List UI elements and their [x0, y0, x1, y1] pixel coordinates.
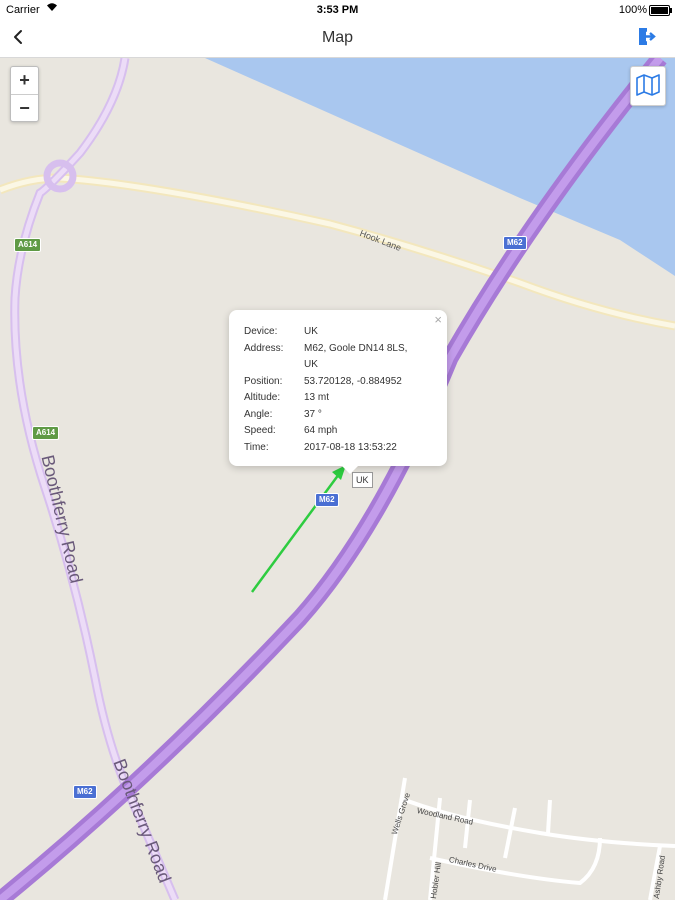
info-row-time: Time: 2017-08-18 13:53:22: [244, 440, 424, 457]
logout-icon: [639, 28, 656, 45]
info-row-speed: Speed: 64 mph: [244, 423, 424, 440]
info-row-address: Address: M62, Goole DN14 8LS, UK: [244, 341, 424, 374]
river-water: [205, 58, 675, 276]
status-bar: Carrier 3:53 PM 100%: [0, 0, 675, 20]
navigation-bar: Map: [0, 20, 675, 58]
status-time: 3:53 PM: [316, 4, 359, 16]
device-info-table: Device: UK Address: M62, Goole DN14 8LS,…: [244, 324, 424, 456]
info-label: Angle:: [244, 408, 273, 420]
info-row-angle: Angle: 37 °: [244, 407, 424, 424]
info-label: Speed:: [244, 425, 276, 436]
device-info-popup: × Device: UK Address: M62, Goole DN14 8L…: [229, 310, 447, 474]
info-value: 53.720128, -0.884952: [304, 375, 402, 387]
info-row-device: Device: UK: [244, 324, 424, 341]
info-value: UK: [304, 326, 318, 337]
logout-button[interactable]: [637, 26, 657, 48]
info-value: 37 °: [304, 408, 322, 420]
m62-shield: M62: [73, 785, 97, 799]
info-label: Altitude:: [244, 392, 281, 403]
a614-shield: A614: [32, 426, 60, 440]
m62-shield: M62: [503, 236, 527, 250]
zoom-out-button[interactable]: −: [11, 95, 38, 122]
info-row-position: Position: 53.720128, -0.884952: [244, 374, 424, 391]
info-label: Time:: [244, 441, 269, 453]
info-label: Address:: [244, 342, 284, 354]
m62-shield: M62: [315, 493, 339, 507]
zoom-in-button[interactable]: +: [11, 67, 38, 95]
info-value: 64 mph: [304, 425, 338, 436]
popup-pointer: [341, 465, 359, 474]
map-view[interactable]: + − M62 M62 M62 A614 A614 Hook Lane Boot…: [0, 58, 675, 900]
map-layers-button[interactable]: [630, 66, 666, 106]
map-icon: [636, 74, 660, 96]
close-popup-button[interactable]: ×: [434, 312, 442, 327]
a614-shield: A614: [14, 238, 42, 252]
battery-icon: [649, 5, 672, 16]
device-marker-label[interactable]: UK: [352, 472, 373, 488]
info-value: 13 mt: [304, 392, 330, 403]
page-title: Map: [321, 29, 354, 46]
info-value: M62, Goole DN14 8LS, UK: [304, 342, 408, 371]
info-label: Position:: [244, 375, 283, 387]
zoom-control: + −: [10, 66, 39, 122]
info-row-altitude: Altitude: 13 mt: [244, 390, 424, 407]
info-label: Device:: [244, 326, 278, 337]
info-value: 2017-08-18 13:53:22: [304, 441, 397, 453]
battery-percent: 100%: [618, 4, 647, 16]
residential-streets: [383, 777, 675, 900]
map-canvas: [0, 58, 675, 900]
